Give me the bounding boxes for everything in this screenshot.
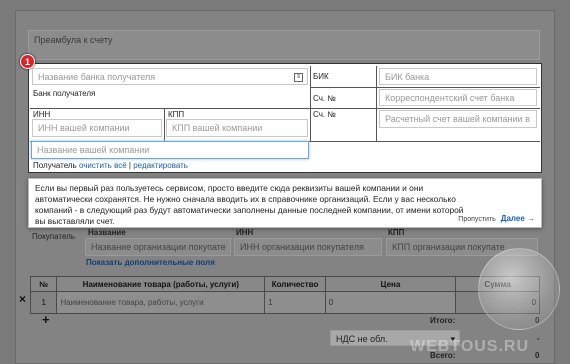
bank-name-placeholder: Название банка получателя <box>38 72 156 82</box>
watermark-text: WEBTOUS.RU <box>410 338 530 355</box>
account-label: Сч. № <box>313 110 336 119</box>
grid-divider <box>376 66 377 141</box>
payer-kpp-header: КПП <box>388 228 405 237</box>
col-qty-header: Количество <box>264 276 326 292</box>
col-num-header: № <box>29 276 58 292</box>
table-row: 1 Наименование товара, работы, услуги 1 … <box>29 291 540 314</box>
inn-label: ИНН <box>33 110 51 119</box>
grid-divider <box>310 108 540 109</box>
grid-divider <box>310 87 540 88</box>
account-input[interactable]: Расчетный счет вашей компании в <box>379 110 537 128</box>
kpp-label: КПП <box>168 110 185 119</box>
add-row-icon[interactable]: + <box>42 312 50 327</box>
clear-all-link[interactable]: очистить всё <box>79 161 127 170</box>
link-separator: | <box>128 161 131 170</box>
directory-icon[interactable]: ≡ <box>294 73 303 82</box>
bank-name-input[interactable]: Название банка получателя ≡ <box>32 68 308 85</box>
bank-label: Банк получателя <box>33 89 96 98</box>
row-num: 1 <box>29 291 58 314</box>
inn-input[interactable]: ИНН вашей компании <box>32 119 162 137</box>
row-name-input[interactable]: Наименование товара, работы, услуги <box>56 291 266 314</box>
edit-link[interactable]: редактировать <box>133 161 188 170</box>
row-price-input[interactable]: 0 <box>324 291 457 314</box>
kpp-input[interactable]: КПП вашей компании <box>166 119 308 137</box>
row-qty-input[interactable]: 1 <box>264 291 326 314</box>
delete-row-icon[interactable]: × <box>19 292 26 306</box>
vat-value: - <box>537 334 540 343</box>
next-link[interactable]: Далее → <box>501 214 535 223</box>
payer-inn-input[interactable]: ИНН организации покупателя <box>234 238 382 256</box>
vat-select-value: НДС не обл. <box>336 334 388 344</box>
payer-name-input[interactable]: Название организации покупате <box>85 238 231 256</box>
globe-watermark <box>478 248 560 330</box>
grid-divider <box>30 108 310 109</box>
corr-account-input[interactable]: Корреспондентский счет банка <box>379 89 537 106</box>
payer-inn-header: ИНН <box>236 228 254 237</box>
corr-account-label: Сч. № <box>313 94 336 103</box>
grid-divider <box>310 66 311 141</box>
payer-label: Покупатель <box>32 232 75 241</box>
step-badge: 1 <box>20 54 35 69</box>
preamble-input[interactable]: Преамбула к счету <box>28 30 540 60</box>
col-name-header: Наименование товара (работы, услуги) <box>56 276 266 292</box>
recipient-row: Получатель очистить всё | редактировать <box>33 161 188 170</box>
grand-total-value: 0 <box>535 351 540 360</box>
goods-table: № Наименование товара (работы, услуги) К… <box>29 276 540 314</box>
hint-text: Если вы первый раз пользуетесь сервисом,… <box>35 183 464 226</box>
show-more-fields-link[interactable]: Показать дополнительные поля <box>86 258 215 267</box>
total-label: Итого: <box>430 316 456 325</box>
skip-link[interactable]: Пропустить <box>458 216 496 223</box>
hint-actions: Пропустить Далее → <box>458 214 535 223</box>
bik-input[interactable]: БИК банка <box>379 68 537 85</box>
hint-popover: Если вы первый раз пользуетесь сервисом,… <box>28 178 542 228</box>
recipient-label: Получатель <box>33 161 77 170</box>
company-name-input[interactable]: Название вашей компании <box>31 141 309 159</box>
col-price-header: Цена <box>324 276 457 292</box>
bik-label: БИК <box>313 72 329 81</box>
payer-name-header: Название <box>88 228 126 237</box>
grid-divider <box>164 108 165 141</box>
goods-header-row: № Наименование товара (работы, услуги) К… <box>29 276 540 292</box>
